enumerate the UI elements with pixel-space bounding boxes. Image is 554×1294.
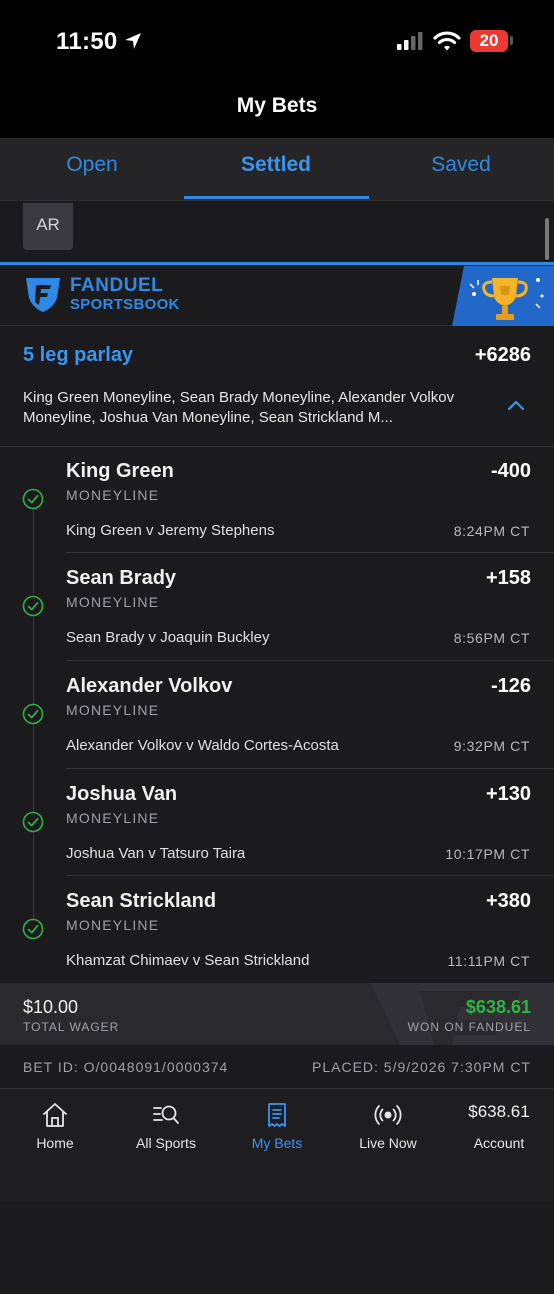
battery-indicator: 20	[470, 30, 508, 52]
leg-type: MONEYLINE	[66, 487, 160, 503]
leg-divider	[66, 552, 554, 553]
chevron-up-icon[interactable]	[506, 398, 526, 412]
leg-type: MONEYLINE	[66, 594, 160, 610]
account-balance: $638.61	[468, 1102, 530, 1121]
live-icon	[374, 1105, 402, 1125]
brand-subtitle: SPORTSBOOK	[70, 296, 180, 313]
leg-time: 8:24PM CT	[453, 523, 530, 539]
tab-settled[interactable]: Settled	[184, 153, 368, 177]
nav-home[interactable]: Home	[0, 1096, 110, 1156]
wifi-icon	[433, 31, 461, 51]
leg-odds: -400	[490, 460, 531, 482]
check-circle-icon	[22, 811, 44, 833]
leg-name: Sean Brady	[66, 567, 177, 589]
nav-label: Home	[36, 1135, 74, 1151]
leg-name: Alexander Volkov	[66, 675, 233, 697]
leg-time: 11:11PM CT	[447, 953, 530, 969]
leg-name: King Green	[66, 460, 174, 482]
check-circle-icon	[22, 595, 44, 617]
leg-type: MONEYLINE	[66, 917, 160, 933]
placed-time: PLACED: 5/9/2026 7:30PM CT	[312, 1059, 531, 1075]
leg-divider	[66, 875, 554, 876]
search-sports-icon	[153, 1105, 179, 1124]
battery-nub	[510, 36, 513, 45]
leg-matchup: Sean Brady v Joaquin Buckley	[66, 629, 270, 646]
leg-odds: -126	[490, 675, 531, 697]
active-tab-indicator	[184, 196, 369, 199]
brand-name: FANDUEL	[70, 275, 164, 296]
leg-matchup: King Green v Jeremy Stephens	[66, 522, 275, 539]
leg-matchup: Alexander Volkov v Waldo Cortes-Acosta	[66, 737, 339, 754]
nav-live-now[interactable]: Live Now	[333, 1096, 443, 1156]
parlay-title[interactable]: 5 leg parlay	[23, 344, 133, 367]
leg-time: 9:32PM CT	[453, 738, 530, 754]
leg-odds: +158	[485, 567, 531, 589]
page-title: My Bets	[236, 94, 318, 117]
location-arrow-icon	[125, 33, 141, 49]
leg-divider	[66, 768, 554, 769]
leg-divider	[66, 660, 554, 661]
total-wager-amount: $10.00	[23, 997, 79, 1017]
nav-label: My Bets	[251, 1135, 303, 1151]
nav-my-bets[interactable]: My Bets	[222, 1096, 332, 1156]
tab-saved[interactable]: Saved	[369, 153, 553, 177]
parlay-description: King Green Moneyline, Sean Brady Moneyli…	[23, 389, 455, 426]
won-label: WON ON FANDUEL	[407, 1020, 531, 1034]
won-amount: $638.61	[465, 997, 531, 1017]
bet-slip-icon	[268, 1103, 286, 1127]
leg-name: Sean Strickland	[66, 890, 217, 912]
check-circle-icon	[22, 918, 44, 940]
nav-label: Live Now	[359, 1135, 417, 1151]
fanduel-shield-icon	[26, 278, 60, 312]
nav-all-sports[interactable]: All Sports	[111, 1096, 221, 1156]
status-time: 11:50	[56, 28, 118, 55]
nav-label: Account	[473, 1135, 525, 1151]
parlay-odds: +6286	[474, 344, 531, 366]
trophy-icon	[452, 266, 554, 326]
nav-account[interactable]: $638.61 Account	[444, 1096, 554, 1156]
leg-name: Joshua Van	[66, 783, 178, 805]
filter-chip[interactable]: AR	[23, 203, 73, 250]
leg-time: 10:17PM CT	[445, 846, 530, 862]
leg-type: MONEYLINE	[66, 702, 160, 718]
scrollbar[interactable]	[545, 218, 549, 260]
leg-odds: +380	[485, 890, 531, 912]
leg-odds: +130	[485, 783, 531, 805]
check-circle-icon	[22, 488, 44, 510]
bet-id: BET ID: O/0048091/0000374	[23, 1059, 229, 1075]
leg-type: MONEYLINE	[66, 810, 160, 826]
check-circle-icon	[22, 703, 44, 725]
cellular-signal-icon	[397, 32, 423, 50]
leg-matchup: Joshua Van v Tatsuro Taira	[66, 845, 246, 862]
leg-matchup: Khamzat Chimaev v Sean Strickland	[66, 952, 310, 969]
leg-time: 8:56PM CT	[453, 630, 530, 646]
tab-open[interactable]: Open	[0, 153, 184, 177]
parlay-divider	[0, 446, 554, 447]
nav-label: All Sports	[136, 1135, 196, 1151]
home-icon	[43, 1103, 67, 1127]
total-wager-label: TOTAL WAGER	[23, 1020, 120, 1034]
